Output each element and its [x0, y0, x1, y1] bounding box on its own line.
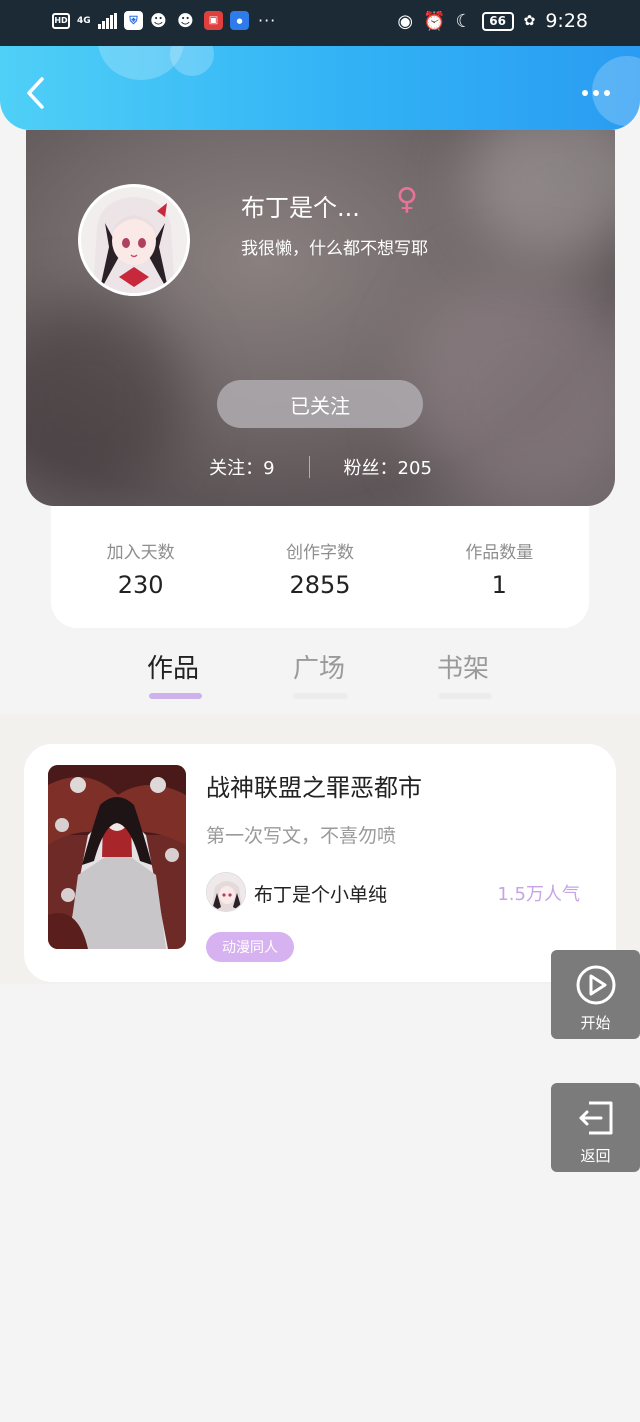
- play-circle-icon: [576, 965, 616, 1005]
- popularity-count: 1.5万人气: [497, 884, 580, 905]
- book-cover[interactable]: [48, 765, 186, 949]
- top-header: [0, 46, 640, 130]
- following-stat[interactable]: 关注：9: [209, 454, 274, 480]
- leaf-icon: ✿: [523, 13, 536, 29]
- hd-icon: HD: [52, 12, 70, 29]
- start-button[interactable]: 开始: [551, 950, 640, 1039]
- bio-text: 我很懒，什么都不想写耶: [241, 239, 428, 259]
- eye-icon: ◉: [397, 10, 414, 32]
- network-type: 4G: [77, 15, 91, 26]
- female-icon: ♀: [396, 182, 418, 217]
- alarm-icon: ⏰: [423, 10, 446, 32]
- wechat-icon: ☻: [150, 11, 167, 30]
- clock-time: 9:28: [545, 10, 588, 32]
- follow-stats: 关注：9 粉丝：205: [26, 454, 615, 480]
- tab-bookshelf[interactable]: 书架: [437, 648, 489, 685]
- author-name: 布丁是个小单纯: [254, 884, 388, 906]
- stat-word-count: 创作字数 2855: [285, 543, 354, 599]
- stats-card: 加入天数 230 创作字数 2855 作品数量 1: [51, 506, 589, 628]
- book-app-icon: ▣: [204, 11, 223, 30]
- wechat-icon-2: ☻: [177, 11, 194, 30]
- stat-join-days: 加入天数 230: [106, 543, 175, 599]
- moon-icon: ☾: [455, 10, 472, 32]
- battery-icon: 66: [481, 11, 514, 31]
- car-app-icon: ●: [230, 11, 249, 30]
- tab-bar: 作品 广场 书架: [0, 640, 640, 712]
- tab-works[interactable]: 作品: [147, 648, 199, 685]
- signal-icon: [98, 12, 117, 29]
- stat-works-count: 作品数量 1: [465, 543, 534, 599]
- author-avatar: [206, 872, 246, 912]
- exit-icon: [579, 1101, 613, 1135]
- more-horizontal-icon[interactable]: [582, 90, 610, 96]
- work-card[interactable]: 战神联盟之罪恶都市 第一次写文，不喜勿喷 布丁是个小单纯 1.5万人气 动漫同人: [24, 744, 616, 982]
- work-description: 第一次写文，不喜勿喷: [206, 825, 397, 847]
- status-bar: HD 4G ⛨ ☻ ☻ ▣ ● ··· ◉ ⏰ ☾ 66 ✿ 9:28: [0, 0, 640, 46]
- profile-card: 布丁是个... ♀ 我很懒，什么都不想写耶 已关注 关注：9 粉丝：205: [26, 130, 615, 506]
- return-button[interactable]: 返回: [551, 1083, 640, 1172]
- nickname: 布丁是个...: [241, 194, 360, 222]
- work-title[interactable]: 战神联盟之罪恶都市: [206, 768, 422, 803]
- tab-square[interactable]: 广场: [293, 648, 345, 685]
- more-notifications-icon: ···: [258, 11, 277, 30]
- category-tag: 动漫同人: [206, 932, 294, 962]
- chevron-left-icon[interactable]: [24, 76, 48, 110]
- avatar[interactable]: [78, 184, 190, 296]
- shield-icon: ⛨: [124, 11, 143, 30]
- follow-button[interactable]: 已关注: [217, 380, 423, 428]
- fans-stat[interactable]: 粉丝：205: [344, 454, 432, 480]
- start-label: 开始: [580, 1014, 611, 1032]
- return-label: 返回: [580, 1147, 611, 1165]
